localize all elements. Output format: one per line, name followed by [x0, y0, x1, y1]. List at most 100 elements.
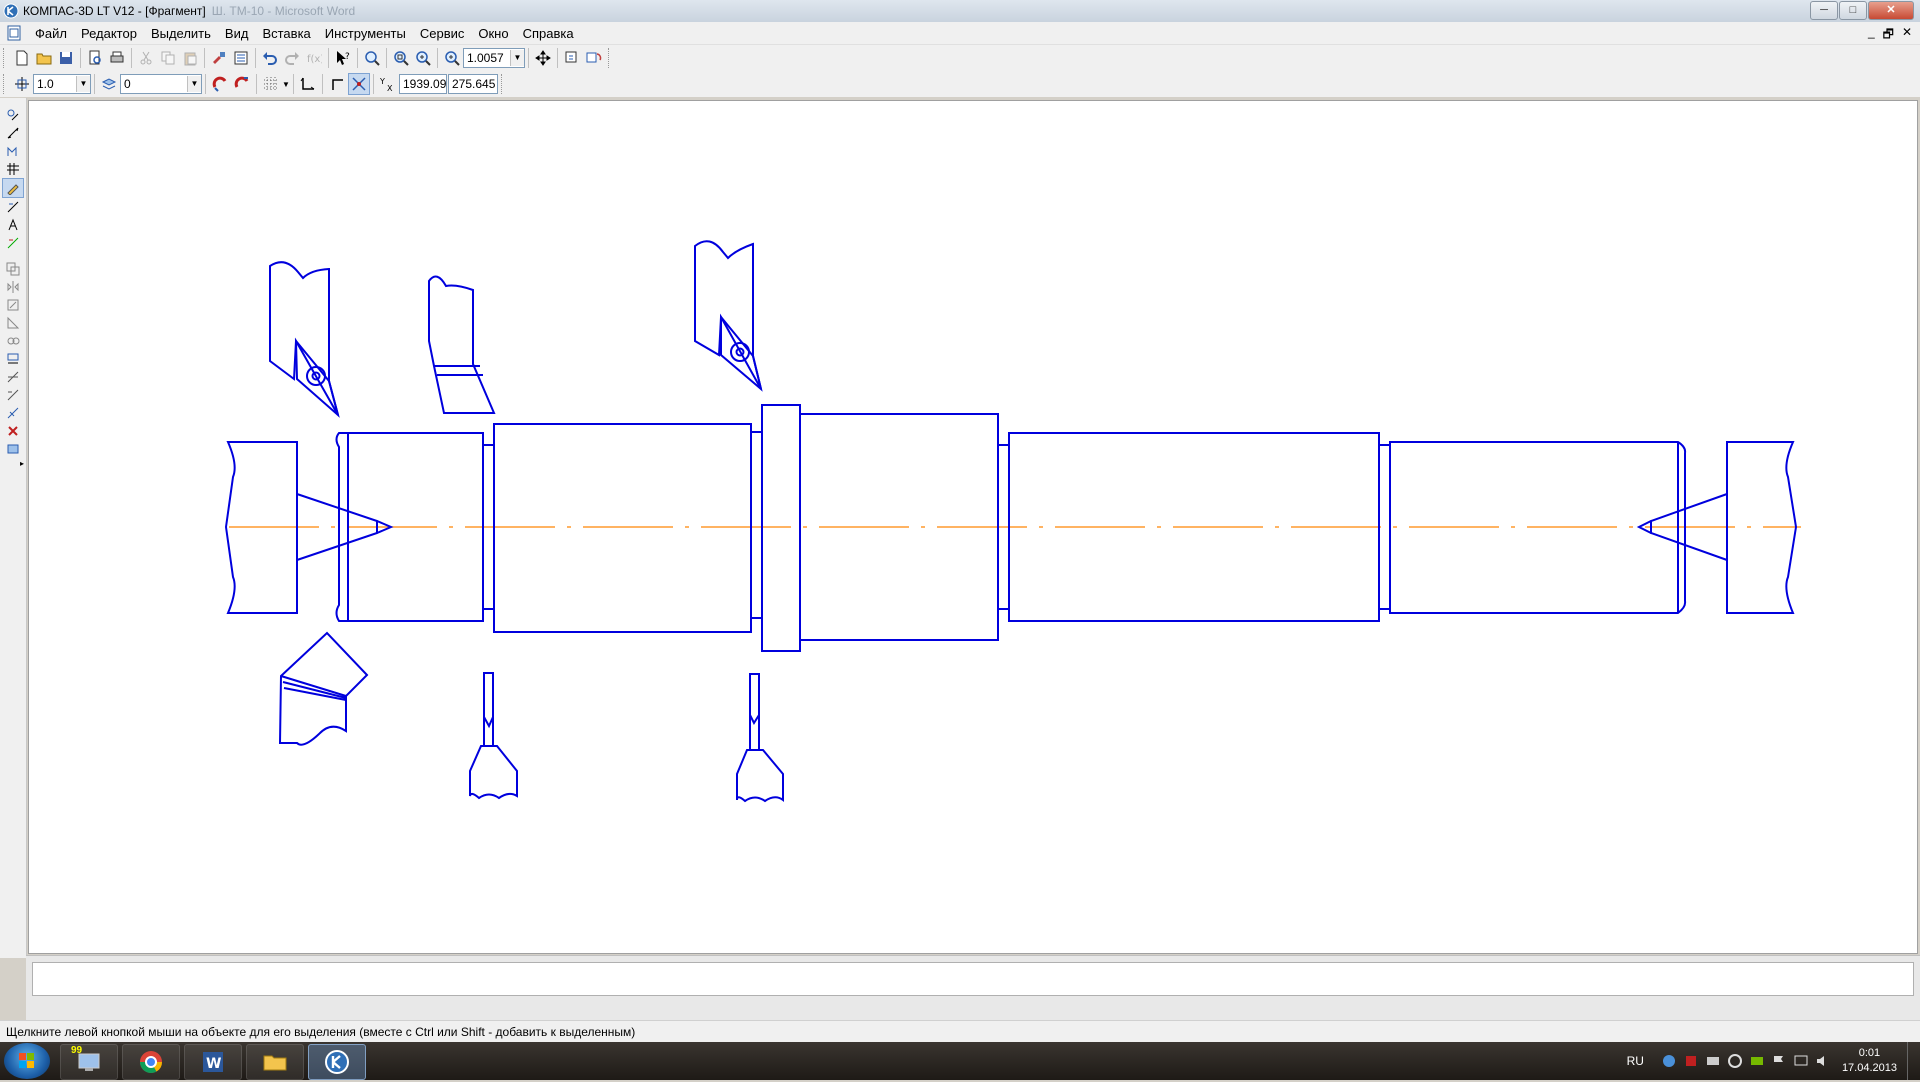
- taskbar-chrome[interactable]: [122, 1044, 180, 1080]
- undo-button[interactable]: [259, 47, 281, 69]
- antivirus-icon[interactable]: [1683, 1053, 1699, 1069]
- taskbar-explorer[interactable]: 99: [60, 1044, 118, 1080]
- function-button[interactable]: f(x): [303, 47, 325, 69]
- fragment-doc-icon[interactable]: [6, 25, 22, 41]
- network-icon[interactable]: [1661, 1053, 1677, 1069]
- toolbar-overflow-grip[interactable]: [501, 74, 505, 94]
- start-button[interactable]: [4, 1043, 50, 1079]
- chevron-down-icon[interactable]: ▼: [510, 50, 524, 66]
- monitor-icon[interactable]: [1705, 1053, 1721, 1069]
- properties-field[interactable]: [32, 962, 1914, 996]
- tool-button-1[interactable]: [2, 260, 24, 278]
- parametric-button[interactable]: [348, 73, 370, 95]
- zoom-combo[interactable]: 1.0057 ▼: [463, 48, 525, 68]
- menu-tools[interactable]: Инструменты: [318, 26, 413, 41]
- coord-x-field[interactable]: 1939.09: [399, 74, 447, 94]
- taskbar-kompas[interactable]: [308, 1044, 366, 1080]
- mdi-minimize-button[interactable]: _: [1868, 25, 1875, 46]
- preview-button[interactable]: [84, 47, 106, 69]
- clock[interactable]: 0:01 17.04.2013: [1842, 1046, 1897, 1076]
- geometry-panel-button[interactable]: [2, 106, 24, 124]
- layer-combo[interactable]: 0 ▼: [120, 74, 202, 94]
- update-icon[interactable]: [1727, 1053, 1743, 1069]
- chevron-down-icon[interactable]: ▼: [282, 80, 290, 89]
- zoom-all-button[interactable]: [361, 47, 383, 69]
- menu-view[interactable]: Вид: [218, 26, 256, 41]
- menu-service[interactable]: Сервис: [413, 26, 472, 41]
- tool-button-8[interactable]: [2, 386, 24, 404]
- global-snap-button[interactable]: [231, 73, 253, 95]
- local-snap-button[interactable]: [209, 73, 231, 95]
- format-brush-button[interactable]: [208, 47, 230, 69]
- ortho-button[interactable]: [326, 73, 348, 95]
- minimize-button[interactable]: ─: [1810, 1, 1838, 20]
- text-panel-button[interactable]: [2, 216, 24, 234]
- language-indicator[interactable]: RU: [1627, 1054, 1644, 1068]
- edit-panel-button[interactable]: [2, 160, 24, 178]
- array-icon: [7, 353, 19, 364]
- maximize-button[interactable]: □: [1839, 1, 1867, 20]
- designations-panel-button[interactable]: [2, 142, 24, 160]
- layer-button[interactable]: [98, 73, 120, 95]
- redo-button[interactable]: [281, 47, 303, 69]
- dimensions-panel-button[interactable]: [2, 124, 24, 142]
- save-button[interactable]: [55, 47, 77, 69]
- mdi-close-button[interactable]: ✕: [1902, 25, 1912, 46]
- tool-button-10[interactable]: [2, 422, 24, 440]
- pan-button[interactable]: [532, 47, 554, 69]
- tool-button-7[interactable]: [2, 368, 24, 386]
- menu-file[interactable]: Файл: [28, 26, 74, 41]
- drawing-canvas[interactable]: [28, 100, 1918, 954]
- paste-button[interactable]: [179, 47, 201, 69]
- redraw-button[interactable]: [583, 47, 605, 69]
- bottom-cutter-2-holder: [469, 745, 518, 800]
- zoom-in-button[interactable]: [412, 47, 434, 69]
- menu-select[interactable]: Выделить: [144, 26, 218, 41]
- toolbar-grip[interactable]: [3, 74, 7, 94]
- menu-window[interactable]: Окно: [471, 26, 515, 41]
- copy-button[interactable]: [157, 47, 179, 69]
- tool-button-4[interactable]: [2, 314, 24, 332]
- mdi-restore-button[interactable]: 🗗: [1883, 25, 1894, 46]
- chevron-down-icon[interactable]: ▼: [187, 76, 201, 92]
- cut-button[interactable]: [135, 47, 157, 69]
- measure-panel-button[interactable]: [2, 198, 24, 216]
- tool-button-9[interactable]: [2, 404, 24, 422]
- show-desktop-button[interactable]: [1907, 1042, 1920, 1080]
- grid-button[interactable]: [260, 73, 282, 95]
- menu-insert[interactable]: Вставка: [255, 26, 317, 41]
- nvidia-icon[interactable]: [1749, 1053, 1765, 1069]
- toolbar-grip[interactable]: [3, 48, 7, 68]
- cursor-step-button[interactable]: [11, 73, 33, 95]
- taskbar-word[interactable]: W: [184, 1044, 242, 1080]
- open-button[interactable]: [33, 47, 55, 69]
- new-doc-button[interactable]: [11, 47, 33, 69]
- tool-button-11[interactable]: [2, 440, 24, 458]
- scissors-icon: [140, 51, 152, 65]
- coord-y-field[interactable]: 275.645: [448, 74, 498, 94]
- tool-button-6[interactable]: [2, 350, 24, 368]
- toolbar-overflow-grip[interactable]: [608, 48, 612, 68]
- close-button[interactable]: ✕: [1868, 1, 1914, 20]
- step-combo[interactable]: 1.0 ▼: [33, 74, 91, 94]
- params-panel-button[interactable]: [2, 178, 24, 198]
- taskbar-file-manager[interactable]: [246, 1044, 304, 1080]
- expand-toolbar-button[interactable]: ▸: [2, 458, 24, 468]
- zoom-window-button[interactable]: [390, 47, 412, 69]
- tool-button-3[interactable]: [2, 296, 24, 314]
- tool-button-5[interactable]: [2, 332, 24, 350]
- tool-button-2[interactable]: [2, 278, 24, 296]
- menu-editor[interactable]: Редактор: [74, 26, 144, 41]
- volume-icon[interactable]: [1815, 1053, 1831, 1069]
- library-button[interactable]: [230, 47, 252, 69]
- select-panel-button[interactable]: [2, 234, 24, 252]
- chevron-down-icon[interactable]: ▼: [76, 76, 90, 92]
- flag-icon[interactable]: [1771, 1053, 1787, 1069]
- help-pointer-button[interactable]: ?: [332, 47, 354, 69]
- menu-help[interactable]: Справка: [516, 26, 581, 41]
- print-button[interactable]: [106, 47, 128, 69]
- zoom-scale-button[interactable]: [441, 47, 463, 69]
- local-cs-button[interactable]: [297, 73, 319, 95]
- refresh-view-button[interactable]: [561, 47, 583, 69]
- display-icon[interactable]: [1793, 1053, 1809, 1069]
